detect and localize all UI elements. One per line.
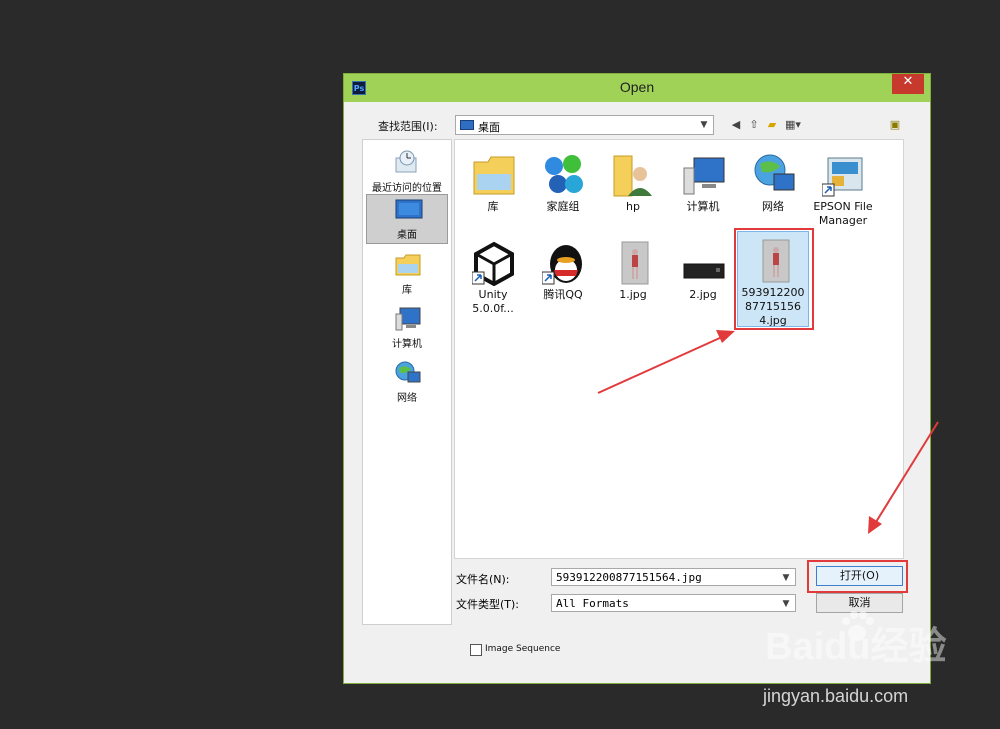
annotation-arrow	[868, 421, 939, 534]
baidu-watermark: Baidu经验	[765, 611, 965, 670]
annotation-arrow	[597, 330, 735, 394]
watermark-url: jingyan.baidu.com	[763, 686, 909, 706]
paw-icon	[842, 611, 874, 641]
